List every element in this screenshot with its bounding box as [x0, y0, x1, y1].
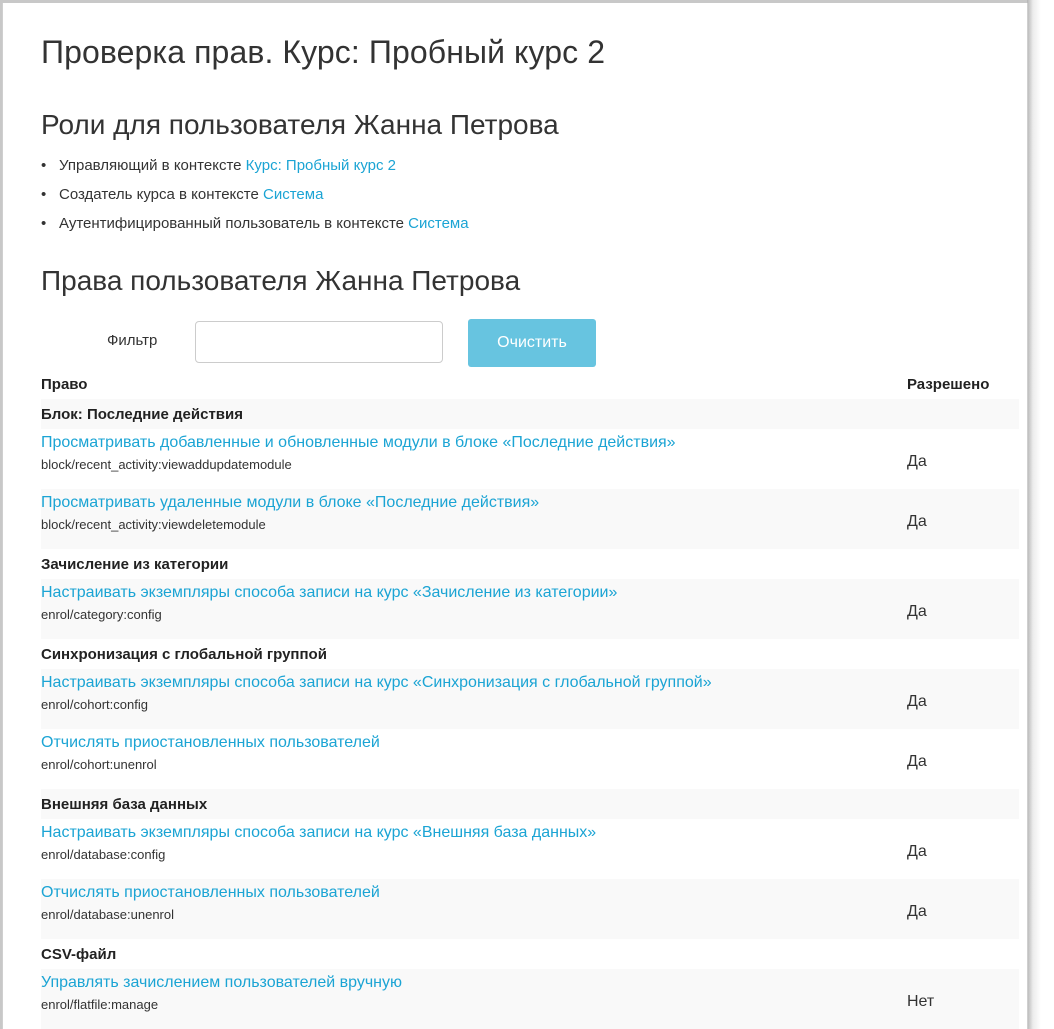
table-header-row: Право Разрешено: [41, 369, 1019, 399]
capability-code: enrol/flatfile:manage: [41, 997, 159, 1012]
allowed-value: Да: [907, 753, 927, 770]
group-title: Зачисление из категории: [41, 555, 229, 573]
capability-cell: Просматривать удаленные модули в блоке «…: [41, 489, 907, 549]
bullet: •: [41, 186, 47, 203]
role-context-link[interactable]: Курс: Пробный курс 2: [246, 157, 396, 174]
table-row: Настраивать экземпляры способа записи на…: [41, 669, 1019, 729]
allowed-value: Да: [907, 579, 1019, 639]
capability-link[interactable]: Отчислять приостановленных пользователей: [41, 733, 907, 753]
capabilities-table: Право Разрешено Блок: Последние действия…: [41, 369, 1019, 1029]
capability-code: enrol/database:unenrol: [41, 907, 174, 922]
bullet: •: [41, 215, 47, 232]
capability-code: enrol/cohort:unenrol: [41, 757, 157, 772]
capability-code: enrol/cohort:config: [41, 697, 148, 712]
table-row: Отчислять приостановленных пользователей…: [41, 879, 1019, 939]
column-header-capability: Право: [41, 375, 88, 393]
capability-code: enrol/category:config: [41, 607, 162, 622]
capability-cell: Настраивать экземпляры способа записи на…: [41, 819, 907, 879]
capabilities-heading: Права пользователя Жанна Петрова: [41, 265, 521, 296]
filter-input[interactable]: [195, 321, 443, 363]
role-context-link[interactable]: Система: [263, 186, 323, 203]
allowed-value: Нет: [907, 969, 1019, 1029]
role-context-link[interactable]: Система: [408, 215, 468, 232]
table-row: Просматривать удаленные модули в блоке «…: [41, 489, 1019, 549]
page-title: Проверка прав. Курс: Пробный курс 2: [41, 34, 606, 70]
capability-cell: Просматривать добавленные и обновленные …: [41, 429, 907, 489]
capability-cell: Управлять зачислением пользователей вруч…: [41, 969, 907, 1029]
bullet: •: [41, 157, 47, 174]
capability-link[interactable]: Управлять зачислением пользователей вруч…: [41, 973, 907, 993]
allowed-value: Да: [907, 669, 1019, 729]
allowed-value: Да: [907, 843, 927, 860]
allowed-value: Да: [907, 453, 927, 470]
role-text: Аутентифицированный пользователь в конте…: [59, 215, 404, 232]
role-item: • Управляющий в контексте Курс: Пробный к…: [41, 156, 469, 185]
filter-label: Фильтр: [107, 332, 158, 349]
group-header-row: CSV-файл: [41, 939, 1019, 969]
check-permissions-page: Проверка прав. Курс: Пробный курс 2 Роли…: [2, 3, 1028, 1029]
capability-code: block/recent_activity:viewdeletemodule: [41, 517, 266, 532]
roles-list: • Управляющий в контексте Курс: Пробный к…: [41, 156, 469, 243]
column-header-allowed: Разрешено: [907, 375, 990, 393]
clear-button[interactable]: Очистить: [468, 319, 596, 367]
group-header-row: Блок: Последние действия: [41, 399, 1019, 429]
capability-link[interactable]: Просматривать удаленные модули в блоке «…: [41, 493, 907, 513]
capability-cell: Отчислять приостановленных пользователей…: [41, 879, 907, 939]
capability-code: enrol/database:config: [41, 847, 166, 862]
group-header-row: Внешняя база данных: [41, 789, 1019, 819]
window-edge-shadow: [1027, 0, 1054, 1029]
capability-cell: Настраивать экземпляры способа записи на…: [41, 579, 907, 639]
table-row: Управлять зачислением пользователей вруч…: [41, 969, 1019, 1029]
table-row: Отчислять приостановленных пользователей…: [41, 729, 1019, 789]
capability-cell: Отчислять приостановленных пользователей…: [41, 729, 907, 789]
role-text: Создатель курса в контексте: [59, 186, 259, 203]
role-item: • Создатель курса в контексте Система: [41, 185, 469, 214]
capability-link[interactable]: Отчислять приостановленных пользователей: [41, 883, 907, 903]
capability-cell: Настраивать экземпляры способа записи на…: [41, 669, 907, 729]
capability-link[interactable]: Настраивать экземпляры способа записи на…: [41, 583, 907, 603]
group-header-row: Зачисление из категории: [41, 549, 1019, 579]
group-header-row: Синхронизация с глобальной группой: [41, 639, 1019, 669]
group-title: Внешняя база данных: [41, 789, 907, 819]
group-title: Блок: Последние действия: [41, 399, 907, 429]
allowed-value: Да: [907, 489, 1019, 549]
role-text: Управляющий в контексте: [59, 157, 242, 174]
capability-link[interactable]: Настраивать экземпляры способа записи на…: [41, 673, 907, 693]
table-row: Настраивать экземпляры способа записи на…: [41, 819, 1019, 879]
table-row: Настраивать экземпляры способа записи на…: [41, 579, 1019, 639]
capability-link[interactable]: Просматривать добавленные и обновленные …: [41, 433, 907, 453]
capability-link[interactable]: Настраивать экземпляры способа записи на…: [41, 823, 907, 843]
roles-heading: Роли для пользователя Жанна Петрова: [41, 109, 559, 140]
group-title: CSV-файл: [41, 945, 117, 963]
allowed-value: Да: [907, 879, 1019, 939]
capability-code: block/recent_activity:viewaddupdatemodul…: [41, 457, 292, 472]
filter-bar: Фильтр Очистить: [41, 319, 641, 367]
table-row: Просматривать добавленные и обновленные …: [41, 429, 1019, 489]
role-item: • Аутентифицированный пользователь в конт…: [41, 214, 469, 243]
group-title: Синхронизация с глобальной группой: [41, 645, 327, 663]
